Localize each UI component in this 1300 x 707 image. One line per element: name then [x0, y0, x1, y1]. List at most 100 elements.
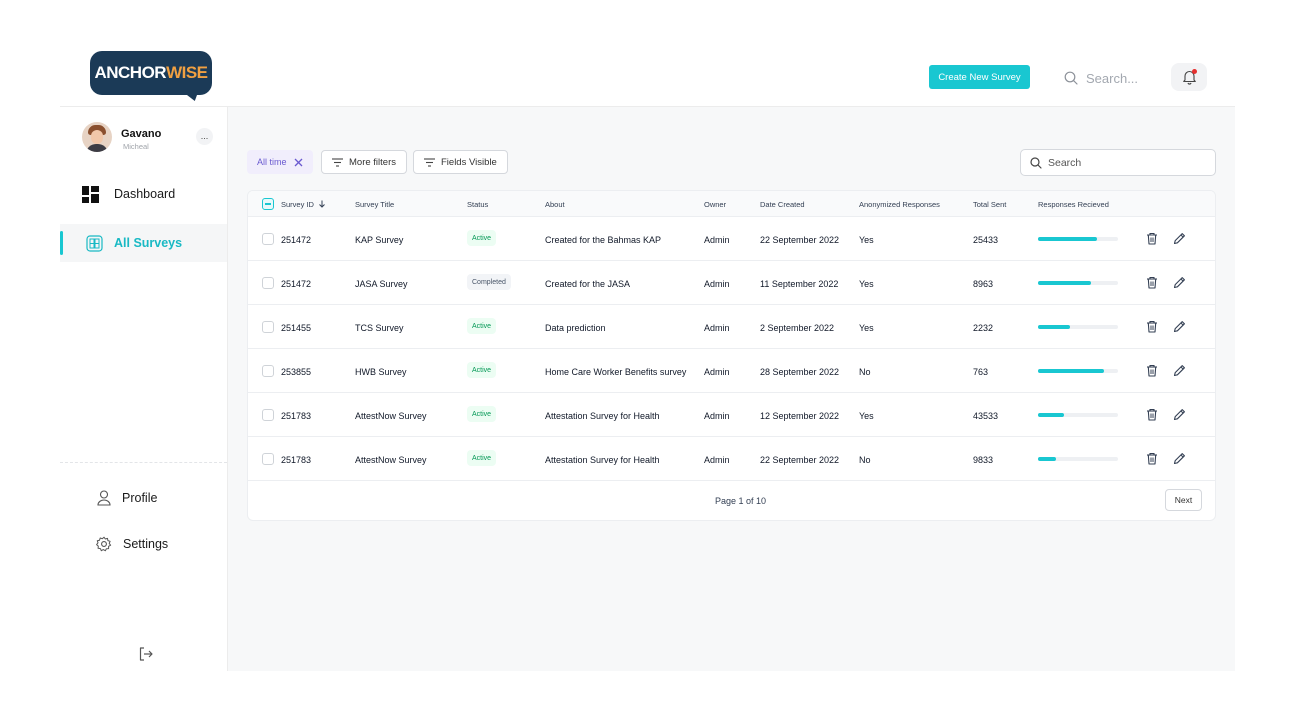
pagination: Page 1 of 10 Next: [248, 482, 1215, 520]
fields-visible-label: Fields Visible: [441, 156, 497, 168]
user-name: Gavano: [121, 128, 162, 140]
filter-chip-label: All time: [257, 157, 287, 167]
filter-chip-all-time[interactable]: All time: [247, 150, 313, 174]
notifications-button[interactable]: [1171, 63, 1207, 91]
page-info: Page 1 of 10: [715, 496, 767, 506]
user-more-button[interactable]: ...: [196, 128, 213, 145]
row-checkbox[interactable]: [262, 233, 274, 245]
row-checkbox[interactable]: [262, 453, 274, 465]
survey-id: 253855: [281, 367, 312, 377]
app-frame: ANCHOR WISE Create New Survey Search... G…: [60, 30, 1235, 671]
row-checkbox[interactable]: [262, 277, 274, 289]
responses-progress-bar: [1038, 413, 1118, 417]
survey-title: JASA Survey: [355, 279, 408, 289]
col-header-anonymized: Anonymized Responses: [859, 200, 940, 209]
trash-icon[interactable]: [1146, 232, 1160, 246]
sidebar-item-label: All Surveys: [114, 236, 183, 250]
trash-icon[interactable]: [1146, 276, 1160, 290]
sidebar-item-label: Profile: [122, 491, 158, 505]
responses-progress-bar: [1038, 457, 1118, 461]
responses-progress-fill: [1038, 413, 1064, 417]
trash-icon[interactable]: [1146, 364, 1160, 378]
survey-date: 22 September 2022: [760, 235, 840, 245]
edit-icon[interactable]: [1173, 276, 1187, 290]
more-filters-button[interactable]: More filters: [321, 150, 407, 174]
filter-icon: [332, 157, 343, 167]
survey-total-sent: 8963: [973, 279, 994, 289]
status-badge: Active: [467, 406, 497, 422]
logout-icon: [139, 647, 153, 661]
sidebar-item-all-surveys[interactable]: All Surveys: [60, 224, 227, 262]
col-header-status: Status: [467, 200, 489, 209]
trash-icon[interactable]: [1146, 320, 1160, 334]
row-checkbox[interactable]: [262, 321, 274, 333]
row-checkbox[interactable]: [262, 409, 274, 421]
close-icon[interactable]: [294, 158, 303, 167]
sidebar-item-label: Settings: [123, 537, 169, 551]
active-indicator: [60, 231, 63, 255]
survey-about: Data prediction: [545, 323, 606, 333]
create-survey-button[interactable]: Create New Survey: [929, 65, 1030, 89]
survey-owner: Admin: [704, 279, 730, 289]
col-header-about: About: [545, 200, 565, 209]
table-row[interactable]: 251472 JASA Survey Completed Created for th…: [248, 261, 1215, 305]
trash-icon[interactable]: [1146, 408, 1160, 422]
logo-text-anchor: ANCHOR: [94, 63, 167, 82]
user-profile[interactable]: Gavano Micheal ...: [82, 122, 217, 156]
sidebar-item-profile[interactable]: Profile: [60, 479, 227, 517]
col-header-total-sent: Total Sent: [973, 200, 1007, 209]
edit-icon[interactable]: [1173, 320, 1187, 334]
responses-progress-bar: [1038, 281, 1118, 285]
col-header-title: Survey Title: [355, 200, 395, 209]
survey-total-sent: 2232: [973, 323, 994, 333]
responses-progress-fill: [1038, 457, 1056, 461]
avatar: [82, 122, 112, 152]
table-search-input[interactable]: Search: [1020, 149, 1216, 176]
survey-anonymized: Yes: [859, 235, 874, 245]
table-row[interactable]: 251472 KAP Survey Active Created for the Ba…: [248, 217, 1215, 261]
survey-about: Created for the JASA: [545, 279, 631, 289]
logo[interactable]: ANCHOR WISE: [90, 51, 212, 101]
search-icon: [1064, 71, 1078, 85]
survey-id: 251455: [281, 323, 312, 333]
status-badge: Active: [467, 318, 497, 334]
search-icon: [1030, 156, 1042, 169]
survey-about: Attestation Survey for Health: [545, 455, 660, 465]
filter-icon: [424, 157, 435, 167]
table-row[interactable]: 251455 TCS Survey Active Data prediction Adm…: [248, 305, 1215, 349]
edit-icon[interactable]: [1173, 364, 1187, 378]
status-badge: Active: [467, 450, 497, 466]
col-header-id[interactable]: Survey ID: [281, 200, 326, 209]
table-row[interactable]: 251783 AttestNow Survey Active Attestation …: [248, 393, 1215, 437]
user-subtitle: Micheal: [123, 142, 149, 151]
select-all-checkbox[interactable]: [262, 198, 274, 210]
survey-anonymized: No: [859, 455, 871, 465]
survey-owner: Admin: [704, 455, 730, 465]
sidebar-item-settings[interactable]: Settings: [60, 525, 227, 563]
survey-title: AttestNow Survey: [355, 411, 427, 421]
sidebar-item-dashboard[interactable]: Dashboard: [60, 175, 227, 213]
row-checkbox[interactable]: [262, 365, 274, 377]
responses-progress-bar: [1038, 237, 1118, 241]
edit-icon[interactable]: [1173, 232, 1187, 246]
logout-button[interactable]: [138, 646, 154, 662]
survey-title: AttestNow Survey: [355, 455, 427, 465]
next-page-button[interactable]: Next: [1165, 489, 1202, 511]
responses-progress-fill: [1038, 281, 1091, 285]
survey-anonymized: Yes: [859, 279, 874, 289]
gear-icon: [94, 534, 114, 554]
table-row[interactable]: 253855 HWB Survey Active Home Care Worker B…: [248, 349, 1215, 393]
responses-progress-bar: [1038, 369, 1118, 373]
survey-about: Created for the Bahmas KAP: [545, 235, 662, 245]
edit-icon[interactable]: [1173, 408, 1187, 422]
trash-icon[interactable]: [1146, 452, 1160, 466]
table-row[interactable]: 251783 AttestNow Survey Active Attestation …: [248, 437, 1215, 481]
survey-total-sent: 25433: [973, 235, 999, 245]
edit-icon[interactable]: [1173, 452, 1187, 466]
fields-visible-button[interactable]: Fields Visible: [413, 150, 508, 174]
status-badge: Active: [467, 362, 497, 378]
header-search[interactable]: Search...: [1064, 68, 1154, 88]
header-search-placeholder: Search...: [1086, 70, 1139, 86]
survey-anonymized: Yes: [859, 323, 874, 333]
survey-date: 28 September 2022: [760, 367, 840, 377]
